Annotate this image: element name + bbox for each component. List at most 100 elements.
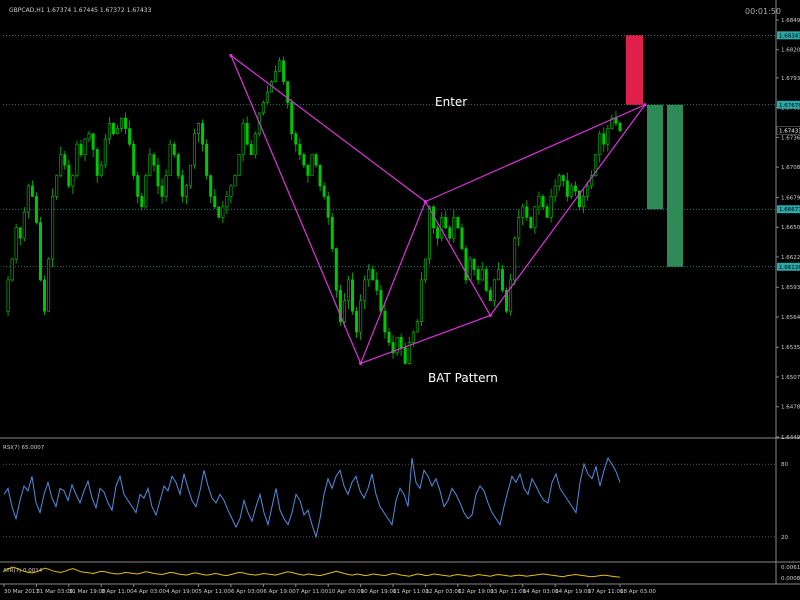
y-tick-label: 1.64495 — [781, 435, 800, 441]
y-tick-label: 1.6507 — [781, 375, 800, 381]
candle-body — [444, 216, 448, 229]
candle-body — [75, 143, 79, 176]
candle-body — [355, 310, 359, 333]
candle-body — [201, 123, 205, 145]
pattern-label: BAT Pattern — [428, 371, 498, 385]
candle-body — [419, 279, 423, 322]
candle-body — [38, 222, 42, 281]
candle-body — [180, 175, 184, 197]
price-pane[interactable] — [3, 34, 776, 366]
candle-body — [26, 185, 30, 213]
candle-body — [265, 91, 269, 103]
candle-body — [103, 138, 107, 166]
candle-body — [229, 185, 233, 197]
candle-body — [561, 175, 565, 182]
candle-body — [124, 117, 128, 129]
candle-body — [294, 133, 298, 145]
x-tick-label: 13 Apr 11:00 — [490, 589, 526, 595]
candle-body — [172, 143, 176, 155]
candle-body — [517, 216, 521, 239]
candle-body — [614, 117, 618, 124]
candle-body — [492, 279, 496, 302]
candle-body — [6, 279, 10, 312]
candle-body — [448, 227, 452, 239]
candle-body — [136, 175, 140, 197]
candle-body — [371, 269, 375, 281]
candle-body — [261, 102, 265, 114]
candle-body — [302, 154, 306, 166]
x-tick-label: 10 Apr 03:00 — [328, 589, 364, 595]
candle-body — [95, 149, 99, 176]
y-tick-label: 1.67365 — [781, 135, 800, 141]
x-tick-label: 12 Apr 03:00 — [425, 589, 461, 595]
x-tick-label: 12 Apr 19:00 — [458, 589, 494, 595]
x-tick-label: 14 Apr 19:00 — [555, 589, 591, 595]
y-tick-label: 1.64785 — [781, 405, 800, 411]
candle-body — [606, 128, 610, 145]
candle-body — [318, 164, 322, 187]
y-tick-label: 1.67935 — [781, 76, 800, 82]
candle-body — [330, 216, 334, 249]
candle-body — [476, 269, 480, 281]
candle-body — [359, 300, 363, 333]
candle-body — [484, 269, 488, 291]
candle-body — [209, 175, 213, 197]
candle-body — [168, 143, 172, 176]
candle-body — [176, 154, 180, 176]
x-tick-label: 14 Apr 03:00 — [523, 589, 559, 595]
x-tick-label: 18 Apr 03:00 — [620, 589, 656, 595]
x-tick-label: 7 Apr 11:00 — [296, 589, 329, 595]
candle-body — [602, 133, 606, 145]
x-tick-label: 30 Mar 2017 — [4, 589, 39, 595]
x-tick-label: 6 Apr 19:00 — [263, 589, 296, 595]
candle-body — [51, 196, 55, 260]
candle-body — [152, 154, 156, 166]
candle-body — [545, 206, 549, 218]
pattern-point-d — [643, 103, 647, 107]
candle-body — [140, 196, 144, 208]
candle-body — [569, 185, 573, 197]
atr-pane[interactable]: ATR(7) 0.0014 0.00610.0008 — [3, 565, 800, 582]
candle-body — [132, 143, 136, 176]
candle-body — [298, 143, 302, 155]
chart-canvas[interactable]: RSI(7) 65.00078020 ATR(7) 0.0014 0.00610.… — [0, 0, 800, 600]
y-tick-label: 1.66505 — [781, 225, 800, 231]
x-tick-label: 17 Apr 11:00 — [588, 589, 624, 595]
candle-body — [43, 279, 47, 312]
x-tick-label: 4 Apr 19:00 — [166, 589, 199, 595]
atr-tick-label: 0.0008 — [781, 576, 800, 582]
candle-body — [249, 143, 253, 155]
candle-body — [18, 227, 22, 239]
candle-body — [387, 331, 391, 343]
target-zone — [647, 104, 663, 210]
target-zones — [626, 35, 683, 267]
candle-body — [618, 123, 622, 131]
candle-body — [496, 269, 500, 281]
candle-body — [111, 123, 115, 135]
x-tick-label: 5 Apr 11:00 — [199, 589, 232, 595]
rsi-tick-label: 20 — [781, 535, 788, 541]
candle-body — [363, 279, 367, 302]
rsi-pane[interactable]: RSI(7) 65.0007 80 20 — [3, 445, 788, 541]
candle-body — [63, 154, 67, 166]
y-tick-label: 1.6849 — [781, 18, 800, 24]
candle-body — [34, 196, 38, 223]
candle-body — [468, 258, 472, 281]
pattern-leg-cd — [489, 104, 646, 316]
candle-body — [47, 258, 51, 312]
candle-body — [326, 196, 330, 218]
candle-body — [55, 175, 59, 197]
x-tick-label: 10 Apr 19:00 — [361, 589, 397, 595]
candle-body — [192, 133, 196, 166]
candle-body — [83, 138, 87, 155]
candle-body — [598, 133, 602, 155]
atr-tick-label: 0.0061 — [781, 565, 800, 571]
candle-body — [205, 143, 209, 176]
candle-body — [456, 216, 460, 229]
candle-body — [541, 196, 545, 208]
x-tick-label: 4 Apr 03:00 — [134, 589, 167, 595]
candle-body — [314, 154, 318, 166]
candle-body — [213, 196, 217, 208]
pattern-leg-xa — [230, 55, 362, 364]
pattern-point-b — [423, 200, 428, 204]
